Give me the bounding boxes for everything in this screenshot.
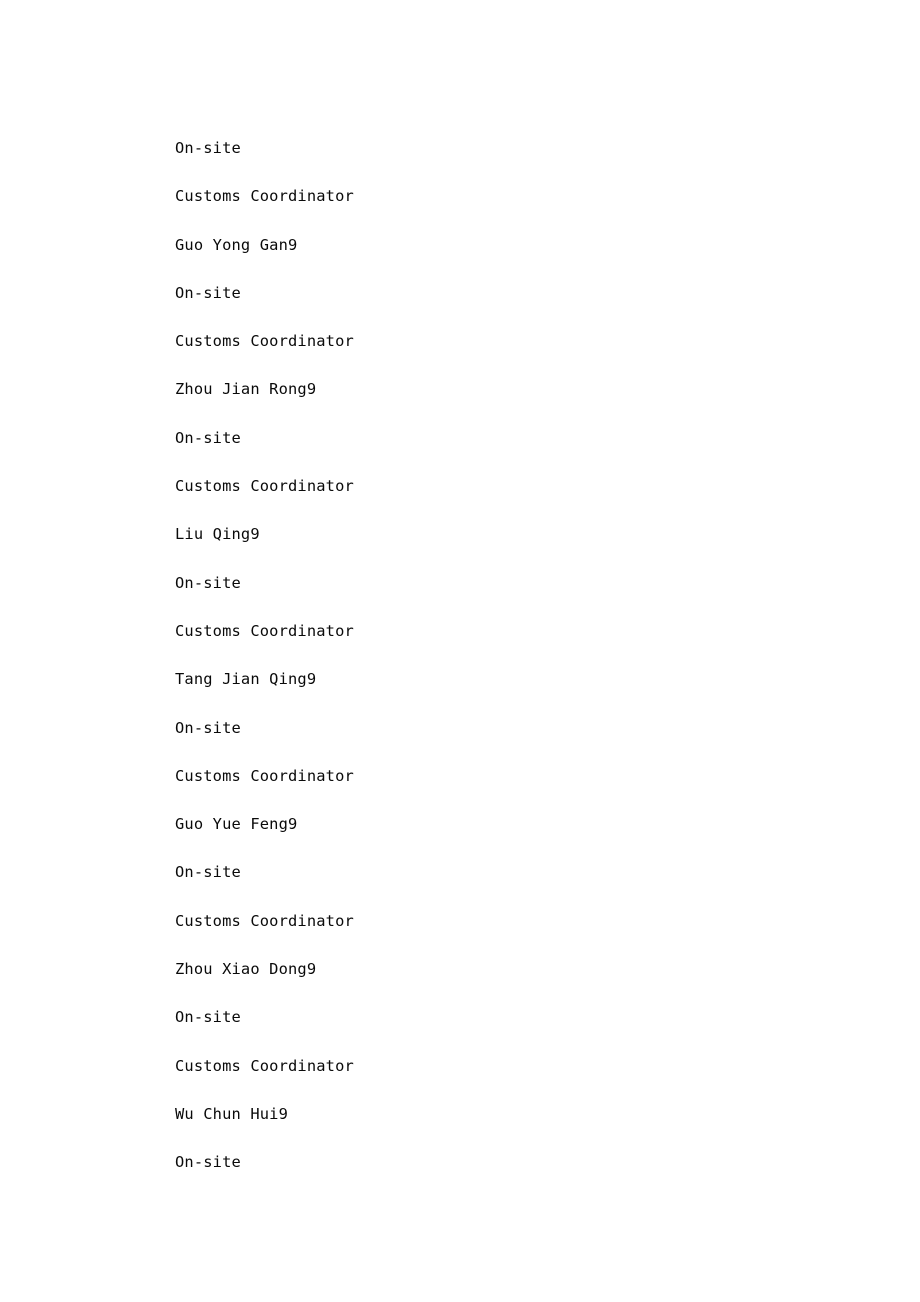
document-line: On-site bbox=[175, 1008, 241, 1027]
document-line: On-site bbox=[175, 139, 241, 157]
document-line: Tang Jian Qing9 bbox=[175, 670, 317, 689]
document-line: Guo Yong Gan9 bbox=[175, 235, 298, 254]
document-line: Wu Chun Hui9 bbox=[175, 1104, 288, 1123]
document-line: Zhou Xiao Dong9 bbox=[175, 960, 317, 979]
document-line: Guo Yue Feng9 bbox=[175, 815, 298, 834]
document-line: Customs Coordinator bbox=[175, 911, 354, 930]
document-line: On-site bbox=[175, 718, 241, 737]
document-line: On-site bbox=[175, 428, 241, 447]
document-line: Customs Coordinator bbox=[175, 1056, 354, 1075]
document-page: On-site Customs Coordinator Guo Yong Gan… bbox=[0, 0, 920, 1302]
document-line: Customs Coordinator bbox=[175, 621, 354, 640]
document-line: Zhou Jian Rong9 bbox=[175, 380, 317, 399]
document-line: Customs Coordinator bbox=[175, 766, 354, 785]
document-line: On-site bbox=[175, 573, 241, 592]
document-line: Liu Qing9 bbox=[175, 525, 260, 544]
document-line: On-site bbox=[175, 283, 241, 302]
document-line: On-site bbox=[175, 1153, 241, 1172]
document-text-body: On-site Customs Coordinator Guo Yong Gan… bbox=[175, 124, 745, 1187]
document-line: Customs Coordinator bbox=[175, 332, 354, 351]
document-line: On-site bbox=[175, 863, 241, 882]
document-line: Customs Coordinator bbox=[175, 477, 354, 496]
document-line: Customs Coordinator bbox=[175, 187, 354, 206]
